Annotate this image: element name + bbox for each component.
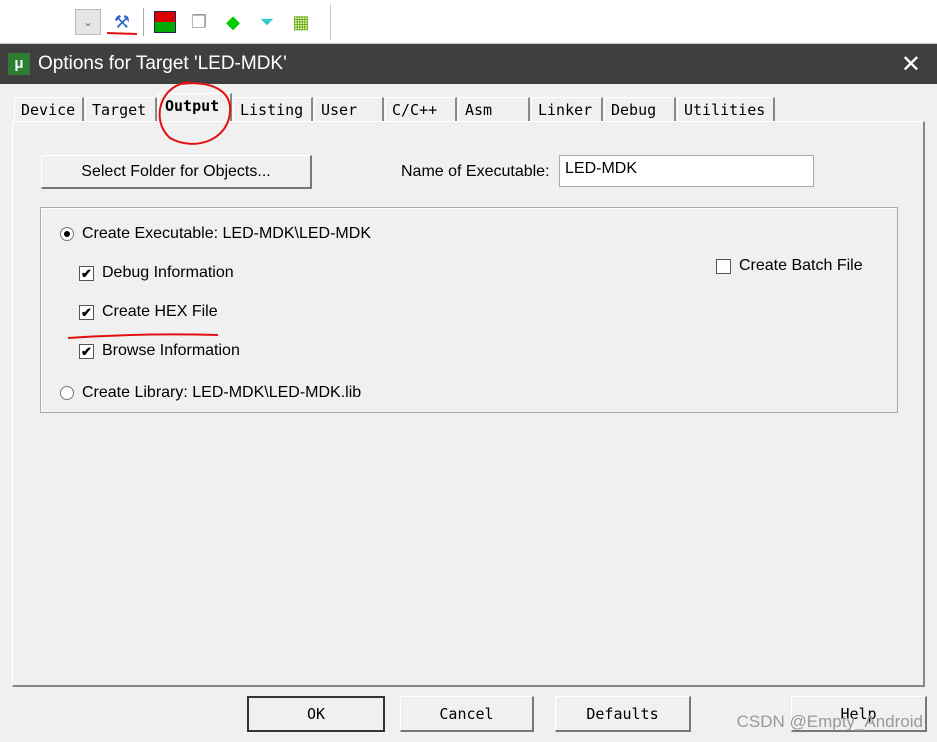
checkbox[interactable]: ✔ — [79, 304, 94, 320]
windows-icon[interactable]: ❐ — [186, 9, 212, 35]
watermark: CSDN @Empty_Android — [736, 712, 923, 731]
tab-target[interactable]: Target — [85, 97, 157, 121]
keil-logo-icon: μ — [8, 53, 30, 75]
create-executable-label: Create Executable: LED-MDK\LED-MDK — [82, 225, 371, 242]
cancel-button[interactable]: Cancel — [400, 696, 534, 732]
dialog-title: Options for Target 'LED-MDK' — [38, 53, 287, 74]
create-hex-file-label: Create HEX File — [102, 303, 218, 320]
create-library-label: Create Library: LED-MDK\LED-MDK.lib — [82, 384, 362, 401]
radio-button[interactable] — [60, 227, 74, 241]
close-icon[interactable]: ✕ — [901, 50, 921, 79]
tab-bar: Device Target Output Listing User C/C++ … — [14, 93, 776, 121]
browse-information-label: Browse Information — [102, 342, 240, 359]
radio-button[interactable] — [60, 386, 74, 400]
pack-installer-icon[interactable]: ▦ — [288, 9, 314, 35]
create-hex-file-checkbox[interactable]: ✔ Create HEX File — [79, 303, 218, 321]
checkbox[interactable]: ✔ — [79, 265, 94, 281]
select-folder-button[interactable]: Select Folder for Objects... — [41, 155, 312, 189]
tab-debug[interactable]: Debug — [604, 97, 676, 121]
create-library-radio[interactable]: Create Library: LED-MDK\LED-MDK.lib — [60, 384, 361, 402]
toolbar: ⌄ ⚒ ❐ ◆ ⏷ ▦ — [0, 0, 937, 44]
dialog-titlebar: μ Options for Target 'LED-MDK' ✕ — [0, 44, 937, 84]
manage-components-icon[interactable]: ◆ — [220, 9, 246, 35]
tab-user[interactable]: User — [314, 97, 384, 121]
tab-listing[interactable]: Listing — [233, 97, 313, 121]
ok-button[interactable]: OK — [247, 696, 385, 732]
browse-information-checkbox[interactable]: ✔ Browse Information — [79, 342, 240, 360]
debug-information-label: Debug Information — [102, 264, 234, 281]
tab-asm[interactable]: Asm — [458, 97, 530, 121]
filter-icon[interactable]: ⏷ — [254, 9, 280, 35]
dropdown-icon[interactable]: ⌄ — [75, 9, 101, 35]
checkbox[interactable]: ✔ — [79, 343, 94, 359]
checkbox[interactable] — [716, 258, 731, 274]
name-of-executable-label: Name of Executable: — [401, 163, 550, 180]
create-executable-radio[interactable]: Create Executable: LED-MDK\LED-MDK — [60, 225, 371, 243]
defaults-button[interactable]: Defaults — [555, 696, 691, 732]
create-batch-file-checkbox[interactable]: Create Batch File — [716, 257, 863, 275]
tab-utilities[interactable]: Utilities — [677, 97, 775, 121]
tab-cpp[interactable]: C/C++ — [385, 97, 457, 121]
create-batch-file-label: Create Batch File — [739, 257, 863, 274]
debug-information-checkbox[interactable]: ✔ Debug Information — [79, 264, 234, 282]
tab-device[interactable]: Device — [14, 97, 84, 121]
target-options-wand-icon[interactable]: ⚒ — [109, 9, 135, 35]
build-icon[interactable] — [152, 9, 178, 35]
tab-linker[interactable]: Linker — [531, 97, 603, 121]
tab-output[interactable]: Output — [158, 93, 232, 121]
name-of-executable-input[interactable]: LED-MDK — [559, 155, 814, 187]
toolbar-separator — [143, 8, 144, 36]
